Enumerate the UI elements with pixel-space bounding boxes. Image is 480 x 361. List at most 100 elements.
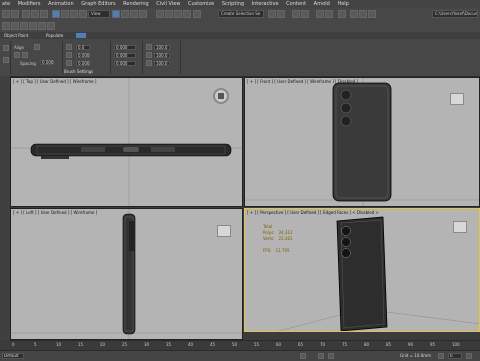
phone-perspective-model — [336, 216, 388, 331]
select-object-icon[interactable] — [52, 10, 60, 18]
viewport-left[interactable]: [ + ] [ Left ] [ User Defined ] [ Wirefr… — [10, 208, 243, 340]
render-production-icon[interactable] — [368, 10, 376, 18]
reference-coordinate-dropdown[interactable]: View — [88, 10, 110, 18]
scale-x-icon[interactable] — [146, 44, 152, 50]
paint-brush-icon[interactable] — [3, 45, 9, 51]
scale-y-input[interactable]: 100.0 — [154, 53, 170, 58]
timeline-tick: 65 — [298, 342, 304, 347]
undo-icon[interactable] — [2, 10, 10, 18]
layer-explorer-icon[interactable] — [301, 10, 309, 18]
viewport-front[interactable]: [ + ] [ Front ] [ User Defined ] [ Wiref… — [244, 77, 480, 207]
material-editor-icon[interactable] — [338, 10, 346, 18]
align-dropdown-icon[interactable] — [34, 44, 40, 50]
timeline-tick: 10 — [56, 342, 62, 347]
fill-icon[interactable] — [3, 57, 9, 63]
spinner-snap-icon[interactable] — [183, 10, 191, 18]
offset-x-input[interactable]: 0.0 — [76, 45, 90, 50]
scale-z-input[interactable]: 100.0 — [154, 61, 170, 66]
tab-object-paint[interactable]: Object Paint — [4, 32, 28, 39]
link-icon[interactable] — [22, 10, 30, 18]
window-crossing-icon[interactable] — [79, 10, 87, 18]
project-path-dropdown[interactable]: C:\Users\Yosef\Docum — [432, 10, 478, 18]
timeline[interactable]: 0 5 10 15 20 25 30 35 40 45 50 55 60 65 … — [10, 340, 480, 350]
named-selection-set-dropdown[interactable]: Create Selection Se — [218, 10, 264, 18]
bind-icon[interactable] — [40, 10, 48, 18]
timeline-tick: 100 — [452, 342, 460, 347]
timeline-tick: 20 — [100, 342, 106, 347]
angle-snap-icon[interactable] — [165, 10, 173, 18]
menu-item-rendering[interactable]: Rendering — [123, 0, 149, 8]
y-coordinate-icon[interactable] — [328, 353, 334, 359]
snaps-toggle-icon[interactable] — [156, 10, 164, 18]
schematic-view-icon[interactable] — [325, 10, 333, 18]
lock-selection-icon[interactable] — [300, 353, 306, 359]
scale-icon[interactable] — [130, 10, 138, 18]
rotate-y-input[interactable]: 0.000 — [114, 53, 136, 58]
scale-x-input[interactable]: 100.0 — [154, 45, 170, 50]
phone-top-wireframe — [30, 143, 232, 159]
viewcube-icon[interactable] — [217, 225, 231, 237]
scale-z-icon[interactable] — [146, 60, 152, 66]
menu-item-modifiers[interactable]: Modifiers — [18, 0, 41, 8]
ribbon-options-icon[interactable] — [76, 33, 86, 38]
menu-item-content[interactable]: Content — [286, 0, 306, 8]
curve-editor-icon[interactable] — [316, 10, 324, 18]
redo-icon[interactable] — [11, 10, 19, 18]
place-icon[interactable] — [139, 10, 147, 18]
menu-item-arnold[interactable]: Arnold — [314, 0, 330, 8]
tab-populate[interactable]: Populate — [46, 32, 63, 39]
viewport-perspective[interactable]: [ + ] [ Perspective ] [ User Defined ] [… — [244, 208, 480, 332]
menu-item-help[interactable]: Help — [337, 0, 348, 8]
offset-y-input[interactable]: 0.000 — [76, 53, 90, 58]
viewport-top[interactable]: [ + ] [ Top ] [ User Defined ] [ Wirefra… — [10, 77, 243, 207]
offset-z-input[interactable]: 0.000 — [76, 61, 90, 66]
timeline-tick: 80 — [364, 342, 370, 347]
offset-y-icon[interactable] — [66, 52, 72, 58]
viewcube-icon[interactable] — [213, 88, 229, 104]
align-normal-icon[interactable] — [14, 52, 20, 58]
menu-item-interactive[interactable]: Interactive — [252, 0, 279, 8]
edit-named-selection-icon[interactable] — [193, 10, 201, 18]
play-icon[interactable] — [438, 353, 444, 359]
spacing-input[interactable]: 0.000 — [40, 60, 54, 65]
offset-x-icon[interactable] — [66, 44, 72, 50]
scene-explorer-icon[interactable] — [292, 10, 300, 18]
rendered-frame-window-icon[interactable] — [359, 10, 367, 18]
move-icon[interactable] — [112, 10, 120, 18]
percent-snap-icon[interactable] — [174, 10, 182, 18]
workspace-dropdown[interactable]: Default — [2, 353, 24, 359]
selection-region-icon[interactable] — [70, 10, 78, 18]
x-coordinate-icon[interactable] — [318, 353, 324, 359]
align-icon[interactable] — [277, 10, 285, 18]
unlink-icon[interactable] — [31, 10, 39, 18]
freeform-icon[interactable] — [20, 22, 28, 30]
menu-bar: ate Modifiers Animation Graph Editors Re… — [0, 0, 480, 8]
timeline-tick: 60 — [276, 342, 282, 347]
offset-z-icon[interactable] — [66, 60, 72, 66]
brush-settings-label[interactable]: Brush Settings — [64, 69, 110, 75]
mirror-icon[interactable] — [268, 10, 276, 18]
menu-item-scripting[interactable]: Scripting — [222, 0, 244, 8]
menu-item[interactable]: ate — [2, 0, 10, 8]
menu-item-customize[interactable]: Customize — [188, 0, 214, 8]
scale-y-icon[interactable] — [146, 52, 152, 58]
selection-icon[interactable] — [29, 22, 37, 30]
viewcube-icon[interactable] — [453, 221, 467, 233]
select-by-name-icon[interactable] — [61, 10, 69, 18]
current-frame-input[interactable]: 0 — [448, 353, 462, 359]
render-setup-icon[interactable] — [350, 10, 358, 18]
align-up-icon[interactable] — [22, 52, 28, 58]
timeline-tick: 30 — [144, 342, 150, 347]
object-paint-icon[interactable] — [38, 22, 46, 30]
ribbon-toggle-icon[interactable] — [2, 22, 10, 30]
populate-icon[interactable] — [47, 22, 55, 30]
menu-item-animation[interactable]: Animation — [48, 0, 74, 8]
rotate-x-input[interactable]: 0.000 — [114, 45, 136, 50]
rotate-icon[interactable] — [121, 10, 129, 18]
viewcube-icon[interactable] — [450, 93, 464, 105]
rotate-z-input[interactable]: 0.000 — [114, 61, 136, 66]
menu-item-graph-editors[interactable]: Graph Editors — [81, 0, 115, 8]
time-config-icon[interactable] — [466, 353, 472, 359]
modeling-icon[interactable] — [11, 22, 19, 30]
menu-item-civil-view[interactable]: Civil View — [156, 0, 180, 8]
